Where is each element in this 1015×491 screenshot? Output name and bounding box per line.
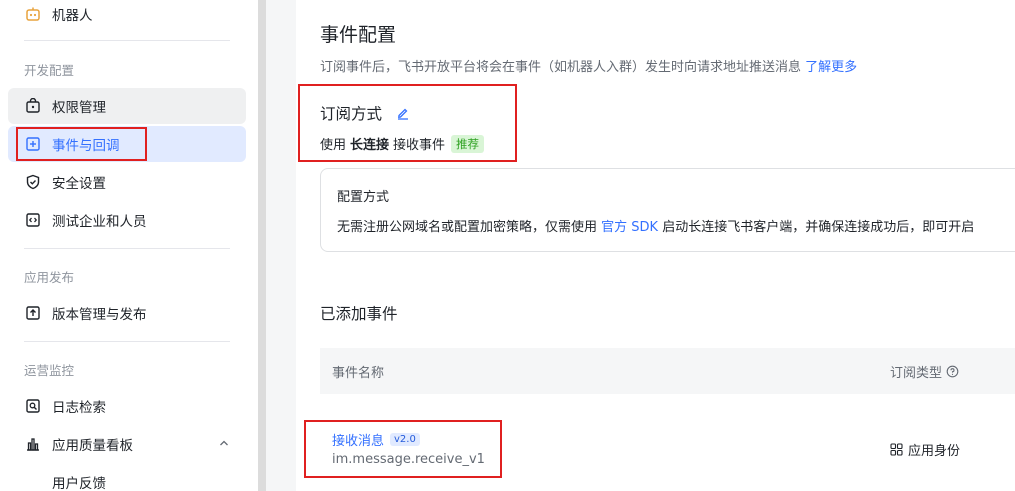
event-code: im.message.receive_v1 bbox=[332, 452, 485, 467]
sidebar-divider bbox=[24, 248, 230, 249]
grid-icon bbox=[890, 443, 903, 456]
learn-more-link[interactable]: 了解更多 bbox=[805, 60, 857, 75]
event-name-link[interactable]: 接收消息 v2.0 bbox=[332, 430, 420, 449]
subscription-title: 订阅方式 bbox=[320, 102, 410, 124]
help-icon[interactable] bbox=[946, 365, 959, 378]
sidebar-item-robot[interactable]: 机器人 bbox=[8, 0, 246, 32]
sidebar-item-user-feedback[interactable]: 用户反馈 bbox=[8, 464, 246, 491]
sidebar-item-label: 应用质量看板 bbox=[52, 438, 133, 454]
sidebar-divider bbox=[24, 40, 230, 41]
sidebar-item-label: 测试企业和人员 bbox=[52, 214, 147, 230]
section-label-dev-config: 开发配置 bbox=[24, 63, 75, 78]
sidebar-item-permissions[interactable]: 权限管理 bbox=[8, 88, 246, 124]
recommended-badge: 推荐 bbox=[451, 134, 485, 153]
sidebar-item-security[interactable]: 安全设置 bbox=[8, 164, 246, 200]
mode-value: 长连接 bbox=[350, 138, 390, 153]
column-header-event-name: 事件名称 bbox=[332, 366, 385, 381]
sidebar: 机器人 开发配置 权限管理 事件与回调 安全设置 测试企业和人员 应用发布 版本… bbox=[0, 0, 258, 491]
section-label-monitoring: 运营监控 bbox=[24, 363, 75, 378]
identity-text: 应用身份 bbox=[908, 444, 961, 459]
sidebar-item-label: 事件与回调 bbox=[52, 138, 120, 154]
sidebar-item-label: 机器人 bbox=[52, 8, 93, 24]
chevron-up-icon[interactable] bbox=[218, 437, 230, 453]
upload-icon bbox=[24, 304, 42, 322]
app-root: 机器人 开发配置 权限管理 事件与回调 安全设置 测试企业和人员 应用发布 版本… bbox=[0, 0, 1015, 491]
main-content: 事件配置 订阅事件后，飞书开放平台将会在事件（如机器人入群）发生时向请求地址推送… bbox=[296, 0, 1015, 491]
sidebar-item-events-callbacks[interactable]: 事件与回调 bbox=[8, 126, 246, 162]
shield-icon bbox=[24, 173, 42, 191]
description-text: 订阅事件后，飞书开放平台将会在事件（如机器人入群）发生时向请求地址推送消息 bbox=[320, 60, 802, 75]
sidebar-item-label: 安全设置 bbox=[52, 176, 106, 192]
section-label-publish: 应用发布 bbox=[24, 270, 75, 285]
version-badge: v2.0 bbox=[390, 433, 420, 446]
edit-icon[interactable] bbox=[396, 106, 410, 120]
sidebar-scrollbar[interactable] bbox=[258, 0, 266, 491]
table-row: 接收消息 v2.0 im.message.receive_v1 应用身份 bbox=[320, 394, 1015, 491]
page-title: 事件配置 bbox=[320, 24, 397, 46]
config-card-title: 配置方式 bbox=[337, 190, 390, 205]
content-gutter bbox=[266, 0, 296, 491]
mode-prefix: 使用 bbox=[320, 138, 347, 153]
page-description: 订阅事件后，飞书开放平台将会在事件（如机器人入群）发生时向请求地址推送消息 了解… bbox=[320, 56, 857, 75]
table-header: 事件名称 订阅类型 bbox=[320, 348, 1015, 394]
sidebar-item-test-users[interactable]: 测试企业和人员 bbox=[8, 202, 246, 238]
bar-chart-icon bbox=[24, 435, 42, 453]
subscription-identity: 应用身份 bbox=[890, 440, 960, 459]
log-search-icon bbox=[24, 397, 42, 415]
code-icon bbox=[24, 211, 42, 229]
event-name-text: 接收消息 bbox=[332, 434, 385, 449]
mode-suffix: 接收事件 bbox=[393, 138, 446, 153]
config-card-text: 无需注册公网域名或配置加密策略，仅需使用 官方 SDK 启动长连接飞书客户端，并… bbox=[337, 216, 974, 235]
event-callback-icon bbox=[24, 135, 42, 153]
added-events-title: 已添加事件 bbox=[320, 305, 398, 323]
sidebar-item-quality-dashboard[interactable]: 应用质量看板 bbox=[8, 426, 246, 462]
sidebar-item-version-release[interactable]: 版本管理与发布 bbox=[8, 295, 246, 331]
config-text-after: 启动长连接飞书客户端，并确保连接成功后，即可开启 bbox=[662, 220, 975, 235]
subscription-mode: 使用 长连接 接收事件 推荐 bbox=[320, 134, 485, 153]
sidebar-item-label: 用户反馈 bbox=[52, 476, 106, 491]
permission-icon bbox=[24, 97, 42, 115]
config-text-before: 无需注册公网域名或配置加密策略，仅需使用 bbox=[337, 220, 598, 235]
config-card: 配置方式 无需注册公网域名或配置加密策略，仅需使用 官方 SDK 启动长连接飞书… bbox=[320, 168, 1015, 252]
subscription-title-text: 订阅方式 bbox=[320, 105, 383, 123]
sdk-link[interactable]: 官方 SDK bbox=[601, 220, 658, 235]
sidebar-item-label: 权限管理 bbox=[52, 100, 106, 116]
sidebar-item-label: 版本管理与发布 bbox=[52, 307, 147, 323]
sidebar-item-log-search[interactable]: 日志检索 bbox=[8, 388, 246, 424]
sidebar-divider bbox=[24, 341, 230, 342]
robot-icon bbox=[24, 5, 42, 23]
sidebar-item-label: 日志检索 bbox=[52, 400, 106, 416]
column-header-label: 订阅类型 bbox=[890, 366, 943, 381]
column-header-subscription-type: 订阅类型 bbox=[890, 362, 959, 381]
